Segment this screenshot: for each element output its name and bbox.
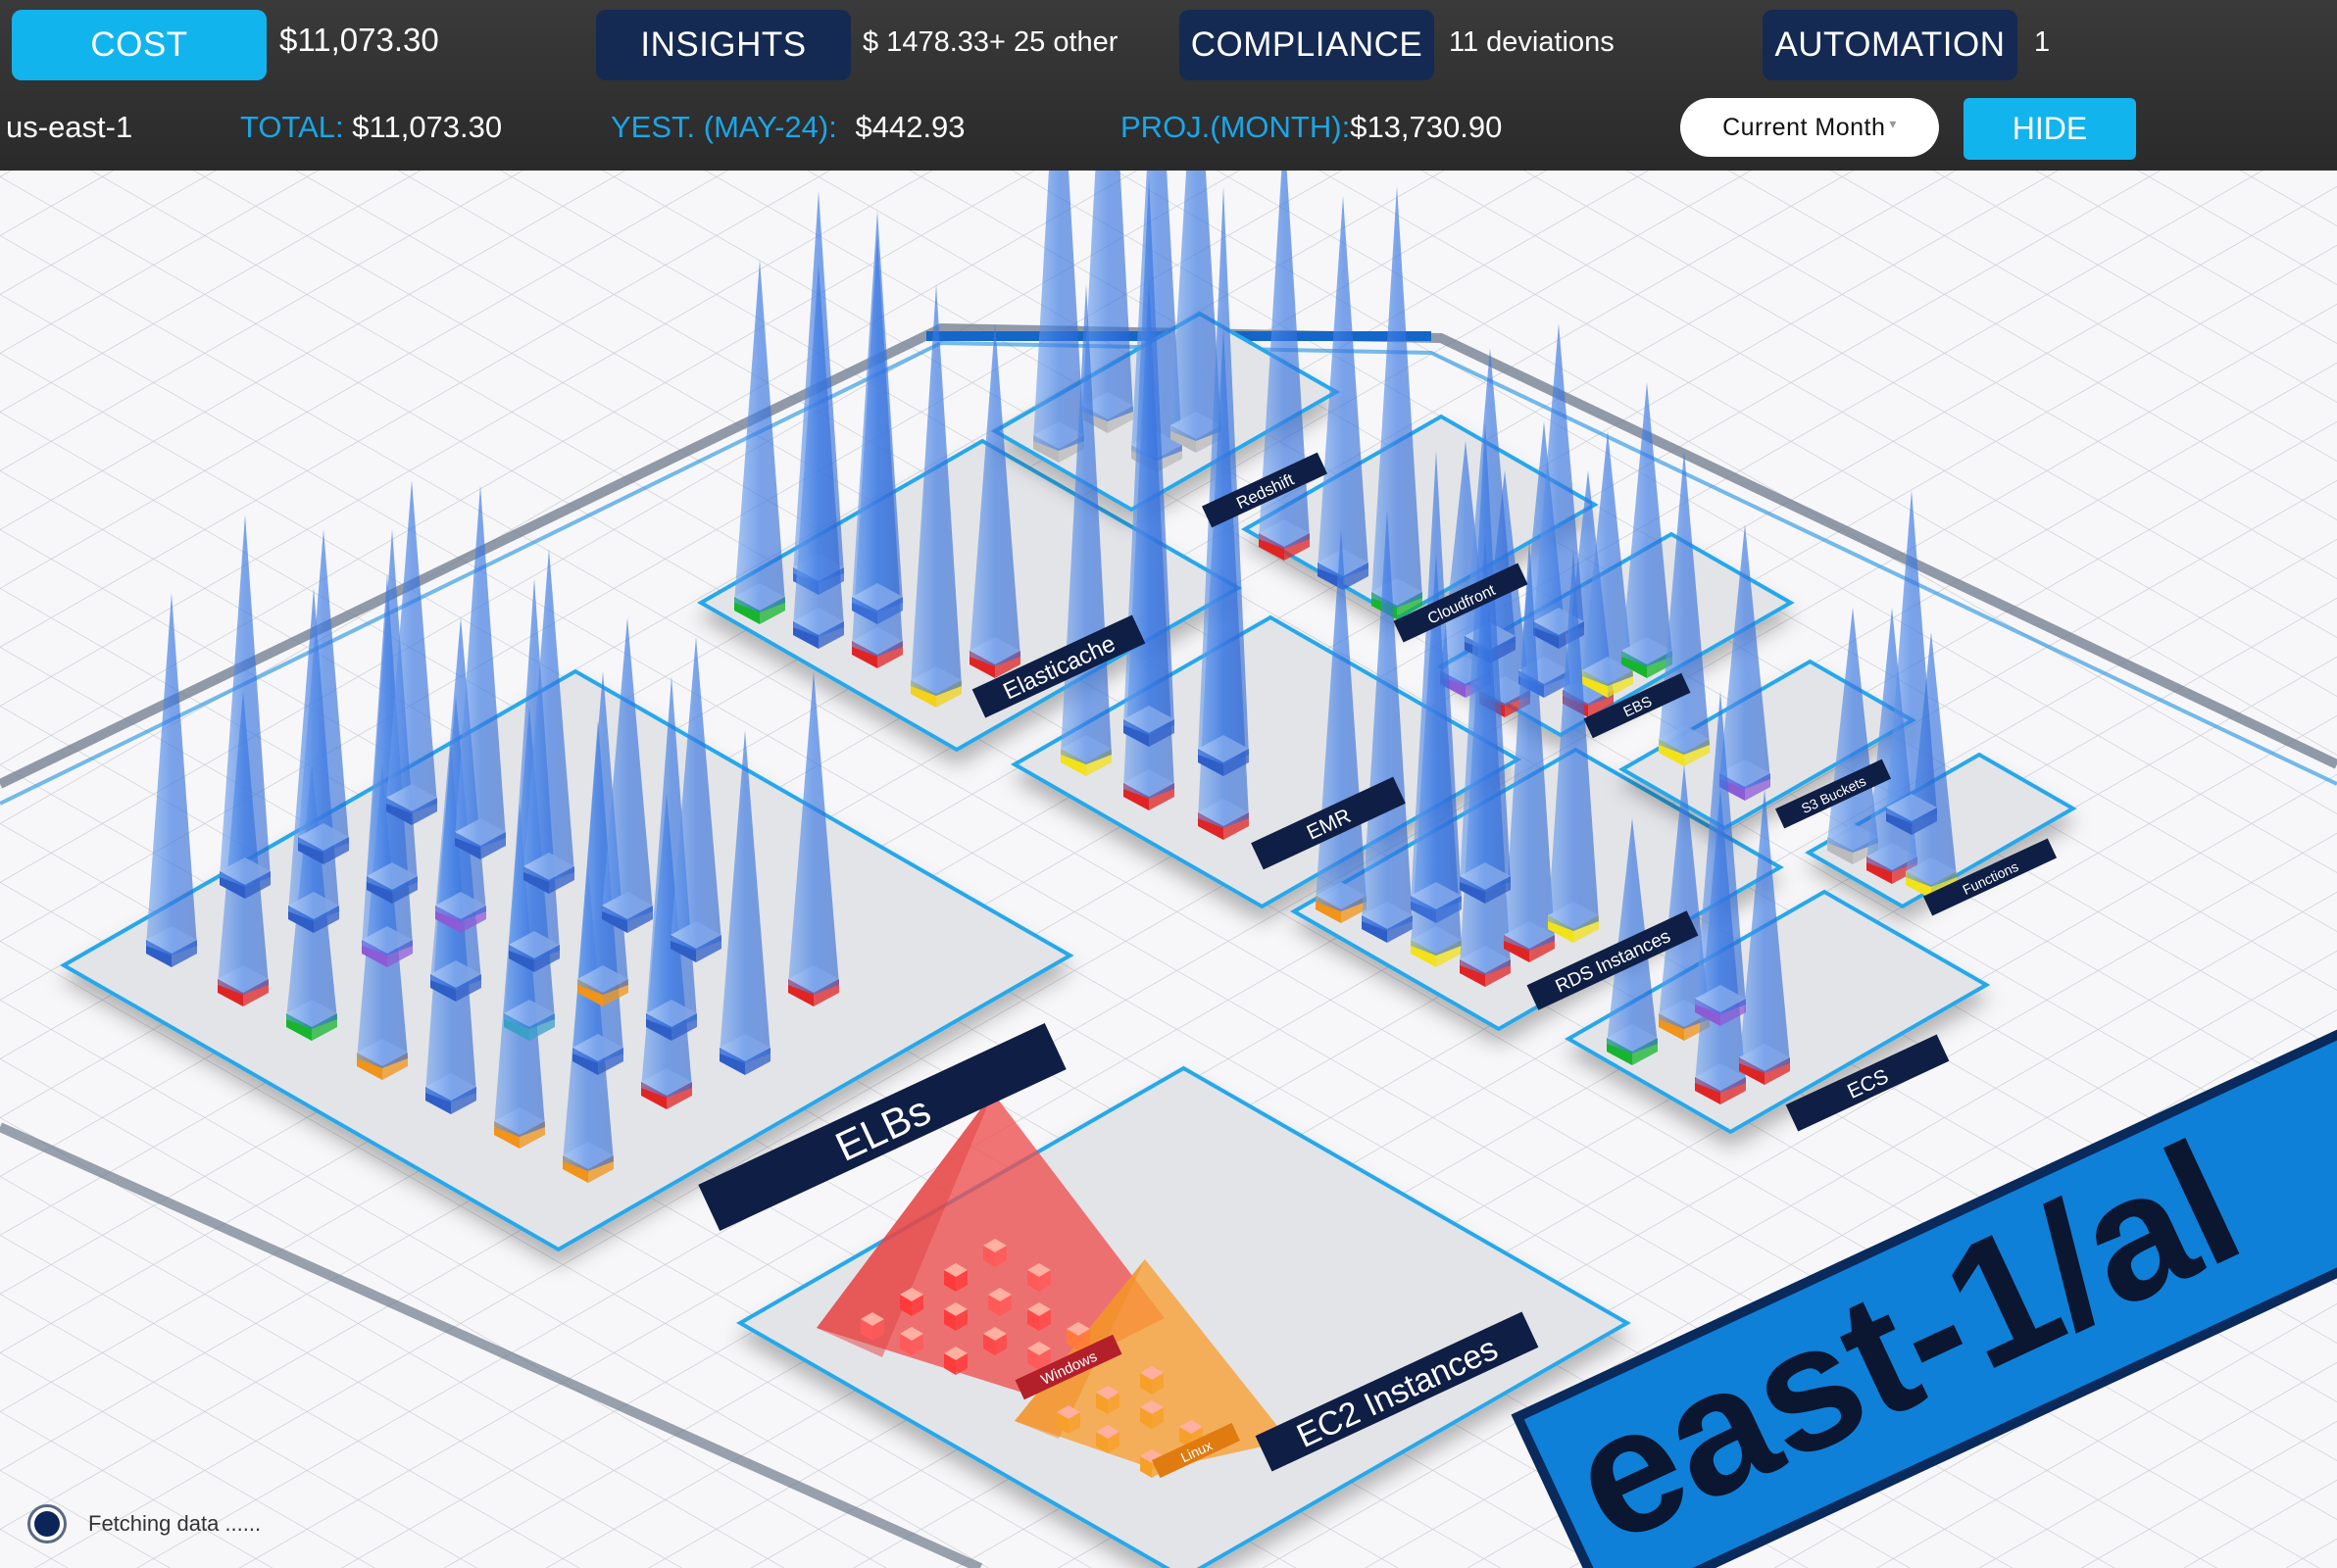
top-bar: COST $11,073.30 INSIGHTS $ 1478.33+ 25 o… (0, 0, 2337, 171)
period-select[interactable]: Current Month ▾ (1680, 98, 1939, 157)
total-value: $11,073.30 (352, 110, 503, 144)
tab-insights[interactable]: INSIGHTS (596, 10, 851, 80)
infrastructure-3d-map[interactable]: ELBs EC2 Instances Windows Linux Elastic… (0, 0, 2337, 1568)
yest-label: YEST. (MAY-24): (611, 110, 837, 144)
status-text: Fetching data ...... (88, 1511, 262, 1536)
cost-value: $11,073.30 (279, 22, 439, 58)
compliance-value: 11 deviations (1449, 26, 1615, 58)
projected-cost: PROJ.(MONTH):$13,730.90 (1120, 110, 1502, 145)
proj-label: PROJ.(MONTH): (1120, 110, 1351, 144)
region-name: us-east-1 (6, 110, 133, 144)
total-cost: TOTAL: $11,073.30 (240, 110, 502, 145)
total-label: TOTAL: (240, 110, 344, 144)
chevron-down-icon: ▾ (1889, 115, 1897, 131)
automation-value: 1 (2034, 26, 2051, 58)
hide-button[interactable]: HIDE (1964, 98, 2136, 160)
loading-status: Fetching data ...... (27, 1504, 261, 1544)
spinner-icon (27, 1504, 67, 1544)
period-select-value: Current Month (1722, 113, 1886, 141)
yesterday-cost: YEST. (MAY-24): $442.93 (611, 110, 966, 145)
yest-value: $442.93 (855, 110, 966, 144)
tab-compliance[interactable]: COMPLIANCE (1179, 10, 1434, 80)
proj-value: $13,730.90 (1350, 110, 1503, 144)
tab-cost[interactable]: COST (12, 10, 267, 80)
insights-value: $ 1478.33+ 25 other (863, 26, 1119, 58)
tab-automation[interactable]: AUTOMATION (1763, 10, 2017, 80)
